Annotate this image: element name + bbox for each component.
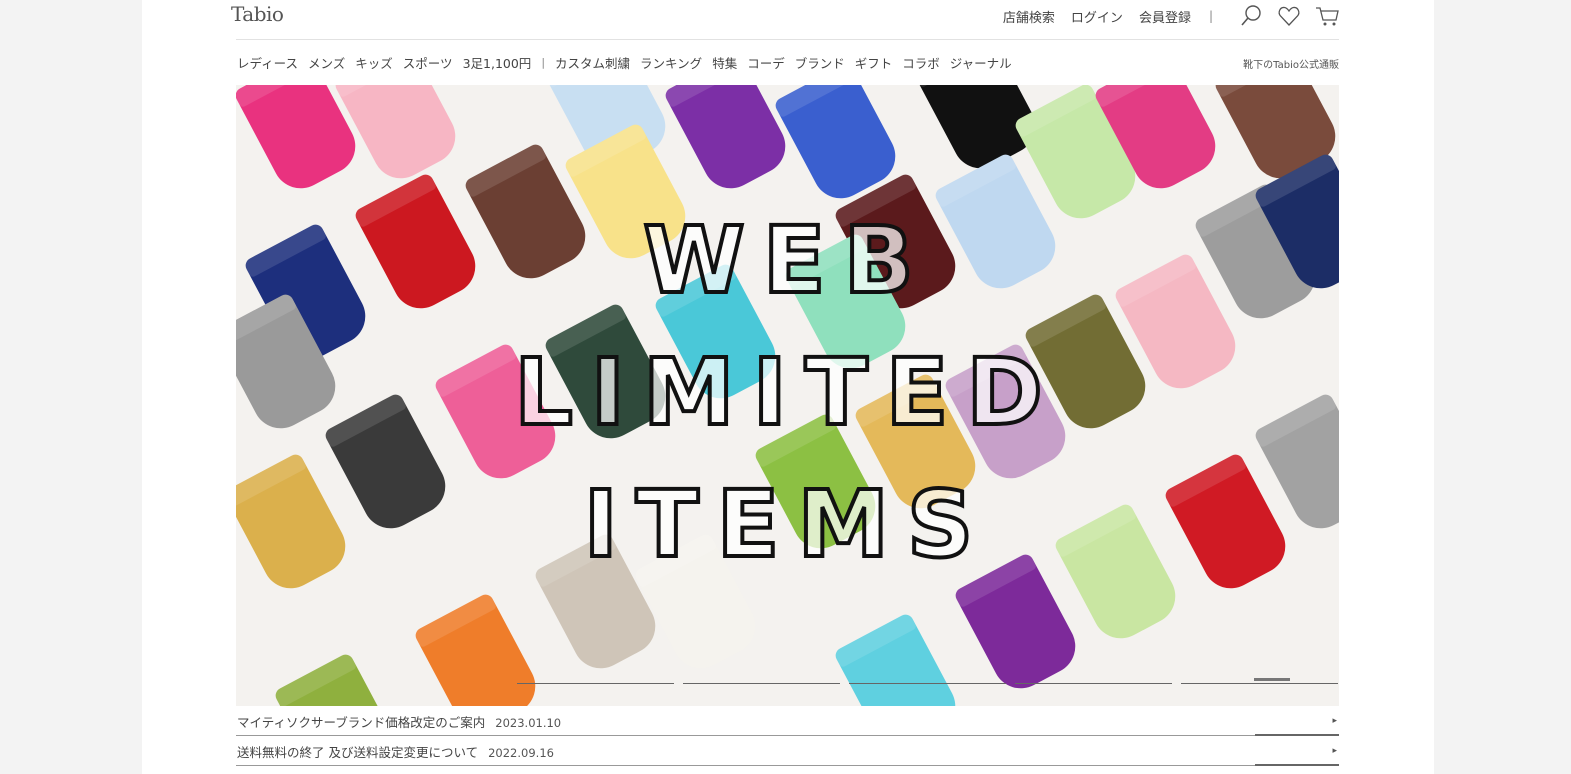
- slide-indicator-2[interactable]: [683, 683, 840, 684]
- slide-indicator-4[interactable]: [1015, 683, 1172, 684]
- news-item[interactable]: マイティソクサーブランド価格改定のご案内 2023.01.10 ▸: [236, 706, 1339, 736]
- sock-image: [832, 611, 966, 706]
- header-divider: [236, 39, 1339, 40]
- news-title[interactable]: マイティソクサーブランド価格改定のご案内 2023.01.10: [237, 712, 561, 731]
- nav-mens[interactable]: メンズ: [308, 53, 345, 72]
- search-icon[interactable]: [1239, 4, 1263, 28]
- nav-sports[interactable]: スポーツ: [403, 53, 453, 72]
- nav-coordinate[interactable]: コーデ: [747, 53, 785, 72]
- nav-separator: |: [541, 55, 546, 69]
- slide-indicator-3[interactable]: [849, 683, 1006, 684]
- sock-image: [412, 591, 546, 706]
- heart-icon[interactable]: [1277, 4, 1301, 28]
- content-column: Tabio 店舗検索 ログイン 会員登録 | レディース メンズ キッズ スポー…: [231, 0, 1339, 774]
- nav-brand[interactable]: ブランド: [795, 53, 845, 72]
- arrow-right-icon: ▸: [1332, 746, 1337, 756]
- hero-banner[interactable]: WEB LIMITED ITEMS: [236, 85, 1339, 706]
- page: Tabio 店舗検索 ログイン 会員登録 | レディース メンズ キッズ スポー…: [142, 0, 1434, 774]
- nav-ranking[interactable]: ランキング: [640, 53, 702, 72]
- login-link[interactable]: ログイン: [1071, 7, 1123, 26]
- register-link[interactable]: 会員登録: [1139, 7, 1191, 26]
- news-title[interactable]: 送料無料の終了 及び送料設定変更について 2022.09.16: [237, 742, 554, 761]
- store-search-link[interactable]: 店舗検索: [1003, 7, 1055, 26]
- slide-indicator-1[interactable]: [517, 683, 674, 684]
- news-date: 2022.09.16: [488, 746, 554, 760]
- utility-nav: 店舗検索 ログイン 会員登録 |: [987, 4, 1339, 28]
- news-date: 2023.01.10: [495, 716, 562, 730]
- util-separator: |: [1208, 9, 1213, 23]
- news-underline: [1255, 764, 1339, 766]
- nav-journal[interactable]: ジャーナル: [950, 53, 1012, 72]
- slide-indicator-5[interactable]: [1181, 678, 1338, 684]
- global-nav: レディース メンズ キッズ スポーツ 3足1,100円 | カスタム刺繍 ランキ…: [237, 53, 1022, 72]
- arrow-right-icon: ▸: [1332, 716, 1337, 726]
- hero-line-3: ITEMS: [582, 469, 992, 580]
- sock-image: [272, 651, 406, 706]
- cart-icon[interactable]: [1315, 4, 1339, 28]
- nav-3pairs[interactable]: 3足1,100円: [463, 53, 532, 72]
- nav-features[interactable]: 特集: [712, 53, 737, 72]
- official-store-label[interactable]: 靴下のTabio公式通販: [1243, 56, 1339, 71]
- nav-collab[interactable]: コラボ: [902, 53, 940, 72]
- hero-line-2: LIMITED: [512, 337, 1061, 448]
- logo[interactable]: Tabio: [231, 2, 284, 26]
- slider-pagination: [517, 678, 1347, 684]
- nav-kids[interactable]: キッズ: [355, 53, 393, 72]
- hero-headline: WEB LIMITED ITEMS: [236, 195, 1339, 591]
- hero-line-1: WEB: [641, 205, 932, 316]
- nav-gift[interactable]: ギフト: [855, 53, 893, 72]
- nav-ladies[interactable]: レディース: [237, 53, 298, 72]
- nav-custom-embroidery[interactable]: カスタム刺繍: [555, 53, 630, 72]
- news-item[interactable]: 送料無料の終了 及び送料設定変更について 2022.09.16 ▸: [236, 736, 1339, 766]
